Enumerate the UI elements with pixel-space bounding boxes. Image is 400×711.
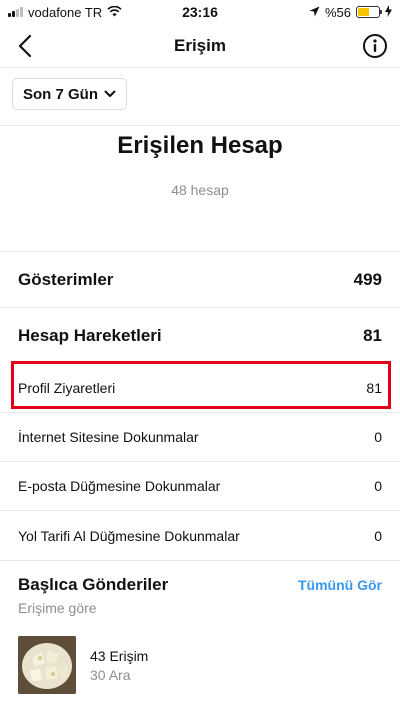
reach-subtitle: 48 hesap xyxy=(171,182,229,198)
metric-value: 0 xyxy=(374,429,382,445)
post-reach: 43 Erişim xyxy=(90,647,149,664)
impressions-row: Gösterimler 499 xyxy=(0,252,400,308)
top-posts-title: Başlıca Gönderiler xyxy=(18,575,169,594)
metric-row-directions-taps: Yol Tarifi Al Düğmesine Dokunmalar 0 xyxy=(0,511,400,560)
chevron-left-icon xyxy=(18,34,32,57)
date-range-dropdown[interactable]: Son 7 Gün xyxy=(12,78,127,110)
back-button[interactable] xyxy=(10,31,40,61)
post-thumbnail xyxy=(18,636,76,694)
info-button[interactable] xyxy=(360,31,390,61)
impressions-value: 499 xyxy=(353,269,382,289)
post-date: 30 Ara xyxy=(90,666,131,683)
post-info: 43 Erişim 30 Ara xyxy=(90,648,148,683)
metric-value: 0 xyxy=(374,527,382,544)
page-title: Erişim xyxy=(174,35,226,55)
metric-value: 81 xyxy=(366,380,382,396)
signal-icon xyxy=(8,7,23,17)
metric-label: Yol Tarifi Al Düğmesine Dokunmalar xyxy=(18,527,240,544)
carrier-label: vodafone TR xyxy=(28,4,103,20)
charging-icon xyxy=(385,4,392,20)
impressions-label: Gösterimler xyxy=(18,269,114,289)
reach-summary: Erişilen Hesap 48 hesap xyxy=(0,126,400,252)
metric-label: İnternet Sitesine Dokunmalar xyxy=(18,429,199,445)
metric-row-email-taps: E-posta Düğmesine Dokunmalar 0 xyxy=(0,462,400,511)
top-posts-title-row: Başlıca Gönderiler Tümünü Gör xyxy=(18,575,382,595)
status-left: vodafone TR xyxy=(8,5,122,20)
filter-row: Son 7 Gün xyxy=(0,68,400,126)
metric-label: Profil Ziyaretleri xyxy=(18,380,116,396)
reach-title: Erişilen Hesap xyxy=(117,132,283,159)
battery-icon xyxy=(356,6,382,18)
battery-percent: %56 xyxy=(324,4,351,20)
top-posts-subtitle: Erişime göre xyxy=(18,600,97,616)
top-posts-header: Başlıca Gönderiler Tümünü Gör Erişime gö… xyxy=(0,560,400,616)
metric-row-profile-visits: Profil Ziyaretleri 81 xyxy=(0,364,400,413)
metric-label: E-posta Düğmesine Dokunmalar xyxy=(18,478,221,494)
date-range-label: Son 7 Gün xyxy=(23,85,98,103)
metric-row-website-taps: İnternet Sitesine Dokunmalar 0 xyxy=(0,413,400,462)
post-item[interactable]: 43 Erişim 30 Ara xyxy=(0,616,400,694)
see-all-link[interactable]: Tümünü Gör xyxy=(298,577,382,593)
location-arrow-icon xyxy=(309,5,320,20)
account-actions-label: Hesap Hareketleri xyxy=(18,326,162,345)
chevron-down-icon xyxy=(104,90,116,97)
battery-fill xyxy=(358,8,370,16)
account-actions-value: 81 xyxy=(363,326,382,345)
metric-value: 0 xyxy=(374,478,382,494)
info-circle-icon xyxy=(363,33,387,58)
account-actions-row: Hesap Hareketleri 81 xyxy=(0,308,400,364)
wifi-icon xyxy=(107,5,122,20)
status-bar: vodafone TR 23:16 %56 xyxy=(0,0,400,24)
nav-bar: Erişim xyxy=(0,24,400,68)
status-right: %56 xyxy=(309,4,392,20)
